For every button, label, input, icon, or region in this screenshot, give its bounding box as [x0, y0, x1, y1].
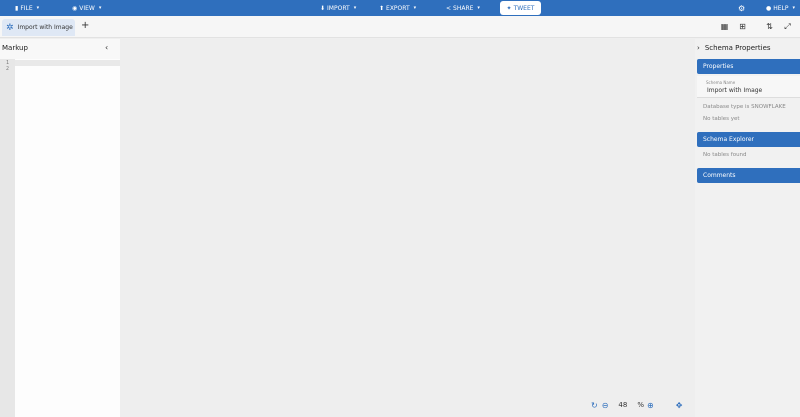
zoom-unit: % [637, 401, 644, 409]
schema-panel-header: › Schema Properties [697, 44, 771, 52]
schema-name-value[interactable]: Import with Image [707, 87, 762, 94]
chevron-down-icon: ▾ [792, 5, 796, 11]
zoom-in-icon[interactable]: ⊕ [647, 401, 654, 410]
help-menu[interactable]: ● HELP ▾ [766, 0, 795, 16]
markup-panel: Markup ‹ 1 2 [0, 39, 120, 417]
share-icon: < [446, 4, 452, 12]
gear-icon: ✲ [6, 22, 14, 33]
zoom-out-icon[interactable]: ⊖ [602, 401, 609, 410]
active-line-highlight [0, 60, 120, 66]
chevron-down-icon: ▾ [413, 5, 417, 11]
tweet-button-label: TWEET [513, 4, 535, 12]
schema-name-field[interactable]: Schema Name Import with Image [697, 76, 800, 98]
markup-title: Markup [2, 44, 28, 52]
file-icon: ▮ [15, 4, 19, 12]
eye-icon: ◉ [72, 4, 78, 12]
schema-name-label: Schema Name [706, 80, 736, 85]
import-menu-label: IMPORT [327, 4, 350, 12]
schema-explorer-section-header[interactable]: Schema Explorer [697, 132, 800, 147]
chevron-left-icon[interactable]: ‹ [105, 43, 108, 52]
diagram-canvas[interactable] [120, 39, 695, 417]
share-menu[interactable]: < SHARE ▾ [446, 0, 480, 16]
fullscreen-icon[interactable]: ⤢ [782, 21, 793, 32]
import-menu[interactable]: ⬇ IMPORT ▾ [320, 0, 356, 16]
upload-icon: ⬆ [379, 4, 385, 12]
no-tables-yet-text: No tables yet [703, 116, 740, 122]
file-menu[interactable]: ▮ FILE ▾ [15, 0, 39, 16]
view-menu-label: VIEW [79, 4, 95, 12]
chevron-down-icon: ▾ [477, 5, 480, 11]
gear-icon: ⚙ [738, 3, 746, 13]
chevron-down-icon: ▾ [98, 5, 102, 11]
help-icon: ● [766, 4, 772, 12]
line-number: 2 [6, 66, 10, 72]
no-tables-found-text: No tables found [703, 152, 747, 158]
export-menu-label: EXPORT [386, 4, 410, 12]
share-menu-label: SHARE [453, 4, 474, 12]
database-type-text: Database type is SNOWFLAKE [703, 104, 786, 110]
comments-section-header[interactable]: Comments [697, 168, 800, 183]
twitter-icon: ✦ [506, 4, 512, 12]
reset-zoom-icon[interactable]: ↻ [591, 401, 598, 410]
code-editor[interactable]: 1 2 [0, 59, 120, 417]
line-number-gutter [0, 59, 15, 417]
tab-label: Import with Image [17, 24, 73, 31]
tweet-button[interactable]: ✦ TWEET [500, 1, 541, 15]
schema-panel-title: Schema Properties [704, 44, 771, 52]
pan-icon[interactable]: ✥ [676, 401, 683, 410]
zoom-controls: ↻ ⊖ 48 % ⊕ ✥ [591, 399, 682, 411]
add-tab-button[interactable]: + [81, 20, 89, 31]
help-menu-label: HELP [773, 4, 789, 12]
properties-section-header[interactable]: Properties [697, 59, 800, 74]
chevron-right-icon[interactable]: › [697, 44, 700, 52]
tab-bar: ✲ Import with Image + ▦ ⊞ ⇅ ⤢ [0, 16, 800, 38]
view-menu[interactable]: ◉ VIEW ▾ [72, 0, 101, 16]
top-menu-bar: ▮ FILE ▾ ◉ VIEW ▾ ⬇ IMPORT ▾ ⬆ EXPORT ▾ … [0, 0, 800, 16]
tab-import-with-image[interactable]: ✲ Import with Image [2, 19, 75, 36]
table-layout-icon[interactable]: ▦ [719, 21, 730, 32]
export-menu[interactable]: ⬆ EXPORT ▾ [379, 0, 416, 16]
settings-button[interactable]: ⚙ [738, 0, 745, 16]
download-icon: ⬇ [320, 4, 326, 12]
chevron-down-icon: ▾ [353, 5, 357, 11]
add-document-icon[interactable]: ⊞ [737, 21, 748, 32]
schema-properties-panel: › Schema Properties Properties Schema Na… [695, 39, 800, 417]
zoom-value[interactable]: 48 [618, 401, 627, 409]
chevron-down-icon: ▾ [36, 5, 40, 11]
file-menu-label: FILE [20, 4, 33, 12]
sort-icon[interactable]: ⇅ [764, 21, 775, 32]
